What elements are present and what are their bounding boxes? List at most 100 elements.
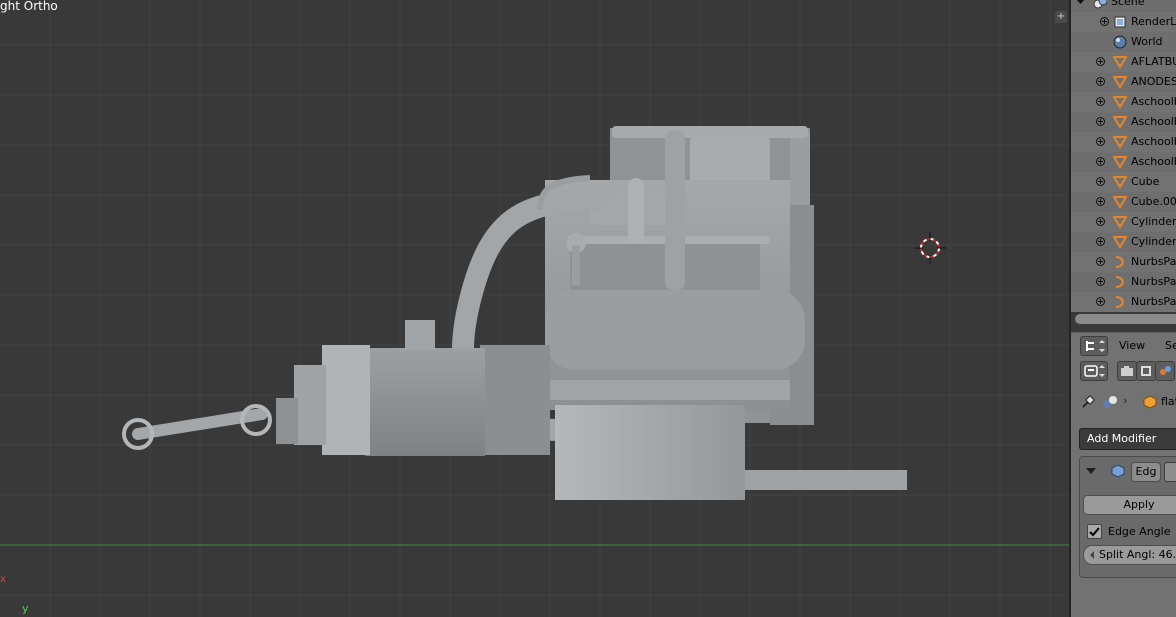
scene-breadcrumb-icon: [1103, 396, 1117, 408]
world-icon: [1113, 35, 1127, 49]
expand-plus-icon[interactable]: [1095, 276, 1106, 287]
outliner-item[interactable]: Scene: [1071, 0, 1176, 12]
mesh-object-icon: [1112, 175, 1128, 189]
outliner-item-label: NurbsPat: [1131, 295, 1176, 308]
mesh-object-icon: [1112, 135, 1128, 149]
outliner-item[interactable]: NurbsPat: [1071, 252, 1176, 272]
collapse-triangle-icon[interactable]: [1075, 0, 1086, 7]
edge-angle-checkbox[interactable]: [1087, 524, 1102, 539]
outliner-item[interactable]: Aschoolb: [1071, 132, 1176, 152]
expand-plus-icon[interactable]: [1095, 236, 1106, 247]
scene-icon: [1160, 366, 1171, 375]
mesh-object-icon: [1112, 55, 1128, 69]
outliner-item-label: Aschoolb: [1131, 135, 1176, 148]
tab-scene[interactable]: [1155, 361, 1175, 381]
outliner-item[interactable]: Aschoolb: [1071, 112, 1176, 132]
collapse-triangle-icon[interactable]: [1085, 465, 1097, 477]
outliner-item[interactable]: Cube: [1071, 172, 1176, 192]
mesh-object-icon: [1112, 115, 1128, 129]
region-toggle-plus-icon[interactable]: +: [1055, 11, 1067, 23]
expand-plus-icon[interactable]: [1095, 96, 1106, 107]
tab-render-layers[interactable]: [1136, 361, 1156, 381]
expand-plus-icon[interactable]: [1095, 216, 1106, 227]
arrow-left-icon: [1090, 551, 1094, 559]
outliner-item[interactable]: World: [1071, 32, 1176, 52]
outliner-scrollbar[interactable]: [1075, 314, 1176, 324]
outliner-item[interactable]: Aschoolb: [1071, 152, 1176, 172]
curve-object-icon: [1113, 295, 1127, 309]
expand-plus-icon[interactable]: [1095, 116, 1106, 127]
expand-plus-icon[interactable]: [1095, 196, 1106, 207]
edge-angle-label: Edge Angle: [1108, 525, 1171, 538]
expand-plus-icon[interactable]: [1095, 136, 1106, 147]
outliner-item-label: NurbsPat: [1131, 275, 1176, 288]
expand-plus-icon[interactable]: [1095, 256, 1106, 267]
outliner-item[interactable]: Cylinder.: [1071, 232, 1176, 252]
outliner-editor-icon: [1086, 340, 1105, 352]
render-layers-icon: [1113, 15, 1127, 29]
tab-render[interactable]: [1117, 361, 1137, 381]
expand-plus-icon[interactable]: [1095, 56, 1106, 67]
outliner-item[interactable]: Aschoolb: [1071, 92, 1176, 112]
axis-x-label: x: [0, 574, 6, 585]
outliner-item-label: Aschoolb: [1131, 115, 1176, 128]
expand-plus-icon[interactable]: [1095, 76, 1106, 87]
outliner-item-label: Aschoolb: [1131, 155, 1176, 168]
outliner-item-label: Cube: [1131, 175, 1160, 188]
split-angle-slider[interactable]: Split Angl: 46.8: [1083, 545, 1176, 565]
outliner-item-label: Cylinder.: [1131, 235, 1176, 248]
object-cube-icon: [1143, 395, 1157, 409]
outliner-item[interactable]: AFLATBU: [1071, 52, 1176, 72]
curve-object-icon: [1113, 275, 1127, 289]
menu-search[interactable]: Se: [1165, 339, 1176, 352]
outliner-item-label: ANODES: [1131, 75, 1176, 88]
outliner-panel[interactable]: Scene RenderLa World AFLATBU ANODES Aschoolb A…: [1071, 0, 1176, 312]
engine-model[interactable]: [0, 0, 1069, 617]
3d-viewport[interactable]: ght Ortho + x y: [0, 0, 1069, 617]
outliner-item[interactable]: RenderLa: [1071, 12, 1176, 32]
outliner-item[interactable]: NurbsPat: [1071, 272, 1176, 292]
outliner-item-label: Scene: [1111, 0, 1145, 8]
outliner-item[interactable]: Cylinder: [1071, 212, 1176, 232]
outliner-item-label: World: [1131, 35, 1163, 48]
scene-icon: [1093, 0, 1108, 9]
3d-cursor-icon[interactable]: [914, 232, 946, 264]
mesh-object-icon: [1112, 155, 1128, 169]
edge-split-modifier-icon: [1111, 464, 1125, 478]
outliner-item-label: RenderLa: [1131, 15, 1176, 28]
curve-object-icon: [1113, 255, 1127, 269]
render-layers-icon: [1141, 366, 1151, 376]
pin-icon[interactable]: [1080, 394, 1096, 410]
mesh-object-icon: [1112, 235, 1128, 249]
mesh-object-icon: [1112, 75, 1128, 89]
outliner-item[interactable]: ANODES: [1071, 72, 1176, 92]
outliner-item[interactable]: NurbsPat: [1071, 292, 1176, 312]
outliner-item-label: NurbsPat: [1131, 255, 1176, 268]
outliner-item-label: AFLATBU: [1131, 55, 1176, 68]
expand-plus-icon[interactable]: [1095, 156, 1106, 167]
mesh-object-icon: [1112, 215, 1128, 229]
outliner-item-label: Cube.004: [1131, 195, 1176, 208]
menu-view[interactable]: View: [1119, 339, 1145, 352]
apply-button[interactable]: Apply: [1083, 495, 1176, 515]
outliner-item-label: Cylinder: [1131, 215, 1176, 228]
modifier-display-toggle[interactable]: [1164, 462, 1176, 482]
outliner-item[interactable]: Cube.004: [1071, 192, 1176, 212]
editor-type-button[interactable]: [1080, 336, 1108, 356]
axis-y-label: y: [22, 602, 29, 615]
checkmark-icon: [1089, 527, 1100, 537]
camera-icon: [1121, 366, 1133, 376]
expand-plus-icon[interactable]: [1099, 16, 1110, 27]
breadcrumb-separator-icon: ›: [1123, 394, 1128, 407]
expand-plus-icon[interactable]: [1095, 296, 1106, 307]
add-modifier-button[interactable]: Add Modifier: [1079, 428, 1176, 450]
breadcrumb-object[interactable]: flat: [1161, 395, 1176, 408]
properties-editor-icon: [1084, 365, 1105, 377]
outliner-item-label: Aschoolb: [1131, 95, 1176, 108]
properties-editor-type-button[interactable]: [1080, 361, 1108, 381]
modifier-name-field[interactable]: Edg: [1131, 462, 1161, 482]
expand-plus-icon[interactable]: [1095, 176, 1106, 187]
mesh-object-icon: [1112, 195, 1128, 209]
properties-tabs: [1071, 358, 1176, 384]
split-angle-value: Split Angl: 46.8: [1099, 548, 1176, 561]
